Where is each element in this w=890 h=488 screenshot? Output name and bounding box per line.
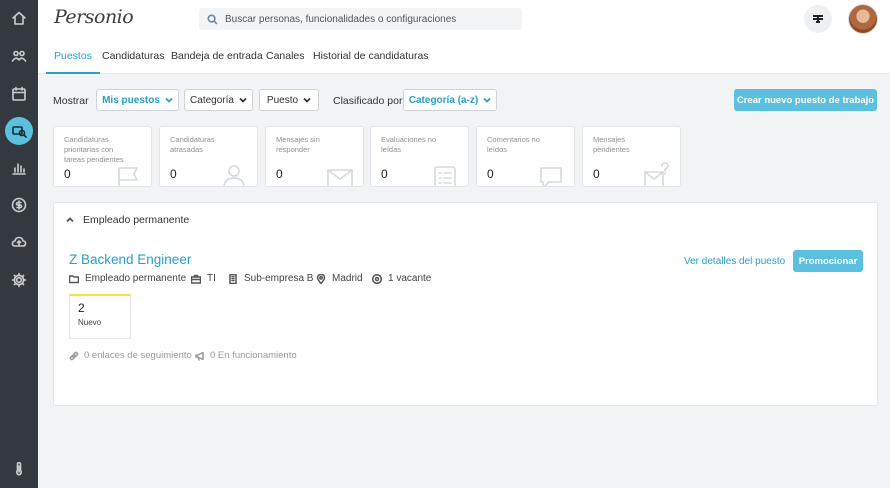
briefcase-icon — [191, 274, 201, 284]
location-label: Madrid — [332, 273, 363, 284]
category-header[interactable]: Empleado permanente — [66, 214, 189, 226]
running-channels[interactable]: 0 En funcionamiento — [195, 350, 297, 361]
category-dropdown[interactable]: Categoría — [184, 89, 253, 111]
envelope-question-icon — [644, 162, 670, 186]
tab-canales[interactable]: Canales — [266, 50, 305, 74]
comment-icon — [538, 162, 564, 186]
avatar[interactable] — [848, 4, 878, 34]
search-input[interactable]: Buscar personas, funcionalidades o confi… — [199, 8, 522, 30]
stat-card-pending-messages[interactable]: Mensajes pendientes 0 — [582, 126, 681, 187]
calendar-icon[interactable] — [0, 79, 38, 109]
promote-button[interactable]: Promocionar — [793, 250, 863, 272]
vacancies-label: 1 vacante — [388, 273, 432, 284]
personio-logo[interactable]: Personio — [54, 6, 134, 28]
company-label: Sub-empresa B — [244, 273, 314, 284]
megaphone-icon — [195, 351, 204, 361]
show-label: Mostrar — [53, 95, 89, 107]
chevron-up-icon — [66, 217, 74, 223]
chevron-down-icon — [239, 97, 247, 103]
stat-value: 0 — [487, 167, 494, 181]
location-pin-icon — [316, 273, 326, 284]
flag-icon — [115, 162, 141, 186]
stage-label: Nuevo — [78, 318, 102, 327]
link-icon — [69, 351, 79, 360]
thermometer-icon[interactable] — [0, 454, 38, 484]
stat-label: Candidaturas atrasadas — [170, 135, 215, 154]
search-placeholder: Buscar personas, funcionalidades o confi… — [225, 13, 457, 25]
stat-card-unread-comments[interactable]: Comentarios no leídos 0 — [476, 126, 575, 187]
stat-label: Mensajes pendientes — [593, 135, 630, 154]
job-label: Puesto — [266, 94, 299, 106]
employment-label: Empleado permanente — [85, 273, 187, 284]
sort-value: Categoría (a-z) — [408, 94, 479, 106]
job-title-link[interactable]: Z Backend Engineer — [69, 252, 191, 267]
stat-label: Mensajes sin responder — [276, 135, 320, 154]
tab-candidaturas[interactable]: Candidaturas — [102, 50, 164, 74]
sort-label: Clasificado por — [333, 95, 403, 107]
tab-bandeja-de-entrada[interactable]: Bandeja de entrada — [171, 50, 263, 74]
stat-value: 0 — [593, 167, 600, 181]
people-icon[interactable] — [0, 41, 38, 71]
stat-label: Evaluaciones no leídas — [381, 135, 437, 154]
stat-card-unread-evaluations[interactable]: Evaluaciones no leídas 0 — [370, 126, 469, 187]
top-bar: Personio Buscar personas, funcionalidade… — [38, 0, 890, 38]
chevron-down-icon — [483, 97, 491, 103]
search-icon — [207, 13, 218, 24]
tab-bar: Puestos Candidaturas Bandeja de entrada … — [38, 38, 890, 74]
sliders-icon — [813, 15, 823, 23]
recruiting-icon[interactable] — [0, 116, 38, 146]
location: Madrid — [316, 273, 363, 284]
tracking-links[interactable]: 0 enlaces de seguimiento — [69, 350, 192, 361]
settings-icon[interactable] — [0, 265, 38, 295]
left-navigation-rail — [0, 0, 38, 488]
job-details-link[interactable]: Ver detalles del puesto — [684, 256, 785, 267]
department-label: TI — [207, 273, 216, 284]
cloud-upload-icon[interactable] — [0, 227, 38, 257]
stage-count: 2 — [78, 301, 85, 315]
stage-card-new[interactable]: 2 Nuevo — [69, 294, 131, 339]
stat-value: 0 — [276, 167, 283, 181]
tracking-links-label: 0 enlaces de seguimiento — [84, 350, 192, 361]
stat-card-unanswered[interactable]: Mensajes sin responder 0 — [265, 126, 364, 187]
vacancies: 1 vacante — [372, 273, 431, 284]
stat-value: 0 — [64, 167, 71, 181]
job-dropdown[interactable]: Puesto — [259, 89, 319, 111]
envelope-icon — [327, 162, 353, 186]
running-label: 0 En funcionamiento — [210, 350, 297, 361]
target-icon — [372, 273, 382, 284]
chevron-down-icon — [165, 97, 173, 103]
my-jobs-label: Mis puestos — [102, 94, 160, 106]
analytics-icon[interactable] — [0, 153, 38, 183]
stat-value: 0 — [381, 167, 388, 181]
department: TI — [191, 273, 216, 284]
category-title: Empleado permanente — [83, 214, 190, 226]
chevron-down-icon — [303, 97, 311, 103]
category-label: Categoría — [190, 94, 234, 106]
building-icon — [229, 273, 237, 284]
my-jobs-dropdown[interactable]: Mis puestos — [96, 89, 179, 111]
tab-puestos[interactable]: Puestos — [46, 50, 100, 74]
person-icon — [221, 162, 247, 186]
stat-label: Candidaturas prioritarias con tareas pen… — [64, 135, 124, 164]
folder-icon — [69, 274, 79, 283]
payroll-icon[interactable] — [0, 190, 38, 220]
home-icon[interactable] — [0, 3, 38, 33]
clipboard-icon — [432, 162, 458, 186]
create-job-button[interactable]: Crear nuevo puesto de trabajo — [734, 89, 877, 111]
company: Sub-empresa B — [228, 273, 313, 284]
employment-type: Empleado permanente — [69, 273, 186, 284]
stat-label: Comentarios no leídos — [487, 135, 540, 154]
stat-card-overdue[interactable]: Candidaturas atrasadas 0 — [159, 126, 258, 187]
tab-historial-de-candidaturas[interactable]: Historial de candidaturas — [313, 50, 429, 74]
filter-settings-button[interactable] — [804, 5, 832, 33]
stat-value: 0 — [170, 167, 177, 181]
stat-card-priority[interactable]: Candidaturas prioritarias con tareas pen… — [53, 126, 152, 187]
sort-dropdown[interactable]: Categoría (a-z) — [403, 89, 497, 111]
job-category-panel: Empleado permanente Z Backend Engineer E… — [53, 202, 878, 406]
